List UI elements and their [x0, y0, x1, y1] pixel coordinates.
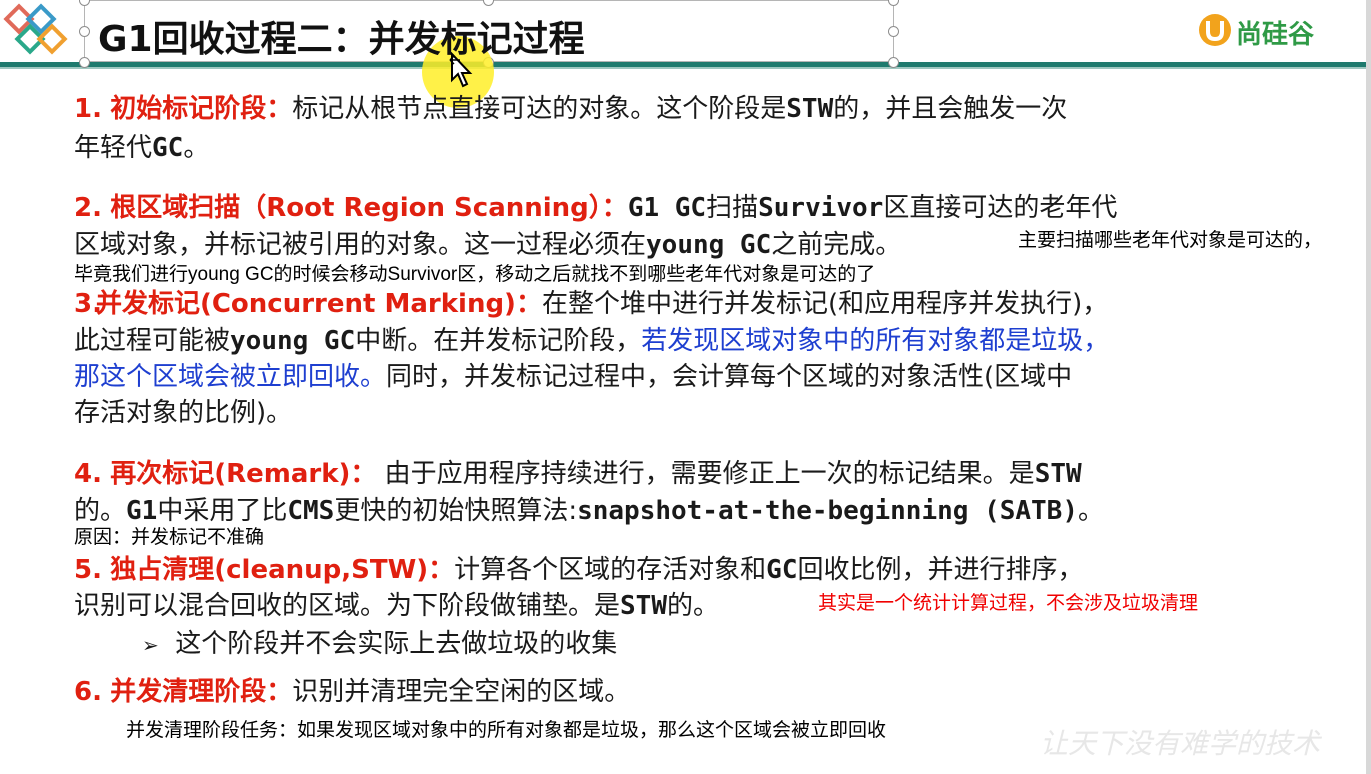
brand-u-icon	[1199, 14, 1231, 46]
resize-handle-icon[interactable]	[888, 57, 899, 68]
item-text: 同时，并发标记过程中，会计算每个区域的对象活性(区域中	[386, 362, 1073, 392]
item-5-line-2: 识别可以混合回收的区域。为下阶段做铺垫。是STW的。	[74, 589, 719, 623]
annotation-note-2: 毕竟我们进行young GC的时候会移动Survivor区，移动之后就找不到哪些…	[74, 264, 876, 285]
item-text: 回收比例，并进行排序，	[797, 555, 1084, 585]
item-keyword: young GC	[230, 326, 356, 356]
highlight-text: 那这个区域会被立即回收。	[74, 362, 387, 392]
item-text: 扫描	[706, 193, 759, 223]
item-1-line-1: 1. 初始标记阶段：标记从根节点直接可达的对象。这个阶段是STW的，并且会触发一…	[74, 92, 1067, 126]
item-number: 1.	[74, 94, 102, 124]
item-2-line-2: 区域对象，并标记被引用的对象。这一过程必须在young GC之前完成。	[74, 228, 901, 262]
item-keyword: STW	[1034, 459, 1082, 489]
item-6-line-1: 6. 并发清理阶段：识别并清理完全空闲的区域。	[74, 675, 630, 709]
item-text: 识别并清理完全空闲的区域。	[292, 677, 631, 707]
resize-handle-icon[interactable]	[483, 0, 494, 6]
item-keyword: Survivor	[758, 193, 884, 223]
item-5-line-1: 5. 独占清理(cleanup,STW)：计算各个区域的存活对象和GC回收比例，…	[74, 553, 1084, 587]
item-text: 区直接可达的老年代	[883, 193, 1118, 223]
item-title: 根区域扫描（Root Region Scanning）：	[110, 193, 628, 223]
annotation-note-5: 并发清理阶段任务：如果发现区域对象中的所有对象都是垃圾，那么这个区域会被立即回收	[126, 720, 887, 741]
brand-logo: 尚硅谷	[1198, 12, 1358, 52]
header-divider-light	[0, 67, 1371, 69]
item-keyword: GC	[766, 555, 798, 585]
item-keyword: GC	[152, 133, 184, 163]
item-3-line-4: 存活对象的比例)。	[74, 396, 292, 430]
resize-handle-icon[interactable]	[888, 26, 899, 37]
resize-handle-icon[interactable]	[79, 26, 90, 37]
item-text: 之前完成。	[771, 230, 902, 260]
item-keyword: CMS	[287, 496, 335, 526]
annotation-note-4: 其实是一个统计计算过程，不会涉及垃圾清理	[818, 593, 1199, 614]
item-5-sub-bullet: ➢ 这个阶段并不会实际上去做垃圾的收集	[142, 627, 617, 662]
window-edge	[1366, 0, 1371, 774]
item-3-line-1: 3.并发标记(Concurrent Marking)：在整个堆中进行并发标记(和…	[74, 287, 1108, 321]
item-keyword: STW	[786, 94, 834, 124]
item-text: 区域对象，并标记被引用的对象。这一过程必须在	[74, 230, 647, 260]
item-title: 初始标记阶段：	[110, 94, 293, 124]
item-keyword: G1	[126, 496, 158, 526]
resize-handle-icon[interactable]	[79, 57, 90, 68]
item-text: 的，并且会触发一次	[833, 94, 1068, 124]
item-text: 中断。在并发标记阶段，	[355, 326, 642, 356]
item-text: 由于应用程序持续进行，需要修正上一次的标记结果。是	[384, 459, 1035, 489]
item-4-line-2: 的。G1中采用了比CMS更快的初始快照算法:snapshot-at-the-be…	[74, 494, 1104, 528]
item-number: 4.	[74, 459, 102, 489]
diamond-logo-icon	[3, 3, 68, 55]
item-keyword: young GC	[646, 230, 772, 260]
slide-title: G1回收过程二：并发标记过程	[98, 19, 585, 60]
item-keyword: snapshot-at-the-beginning (SATB)	[577, 496, 1078, 526]
item-text: 识别可以混合回收的区域。为下阶段做铺垫。是	[74, 591, 621, 621]
item-text: 在整个堆中进行并发标记(和应用程序并发执行)，	[541, 289, 1109, 319]
item-number: 6.	[74, 677, 102, 707]
item-title: 独占清理(cleanup,STW)：	[110, 555, 455, 585]
resize-handle-icon[interactable]	[79, 0, 90, 6]
item-text: 计算各个区域的存活对象和	[454, 555, 767, 585]
item-text: 的。	[74, 496, 127, 526]
item-title: 再次标记(Remark)：	[110, 459, 377, 489]
brand-name: 尚硅谷	[1236, 20, 1315, 50]
item-text: 这个阶段并不会实际上去做垃圾的收集	[175, 629, 618, 659]
annotation-note-1: 主要扫描哪些老年代对象是可达的，	[1018, 230, 1323, 251]
item-1-line-2: 年轻代GC。	[74, 131, 209, 165]
item-text: 年轻代	[74, 133, 153, 163]
item-text: 。	[1077, 496, 1104, 526]
item-text: 的。	[666, 591, 719, 621]
item-number: 2.	[74, 193, 102, 223]
item-text: 标记从根节点直接可达的对象。这个阶段是	[292, 94, 787, 124]
item-text: 中采用了比	[157, 496, 288, 526]
bullet-arrow-icon: ➢	[142, 633, 159, 657]
item-text: 此过程可能被	[74, 326, 231, 356]
item-2-line-1: 2. 根区域扫描（Root Region Scanning）：G1 GC扫描Su…	[74, 191, 1117, 225]
item-text: 存活对象的比例)。	[74, 398, 293, 428]
item-text: 更快的初始快照算法:	[334, 496, 578, 526]
highlight-text: 若发现区域对象中的所有对象都是垃圾，	[641, 326, 1110, 356]
item-3-line-2: 此过程可能被young GC中断。在并发标记阶段，若发现区域对象中的所有对象都是…	[74, 324, 1109, 358]
item-title: 并发标记(Concurrent Marking)：	[95, 289, 542, 319]
item-keyword: G1 GC	[627, 193, 707, 223]
watermark: 让天下没有难学的技术	[1040, 727, 1321, 760]
item-keyword: STW	[620, 591, 667, 621]
move-cursor-icon	[449, 52, 473, 88]
item-text: 。	[183, 133, 210, 163]
item-4-line-1: 4. 再次标记(Remark)： 由于应用程序持续进行，需要修正上一次的标记结果…	[74, 457, 1082, 491]
item-title: 并发清理阶段：	[110, 677, 293, 707]
item-number: 5.	[74, 555, 102, 585]
item-3-line-3: 那这个区域会被立即回收。同时，并发标记过程中，会计算每个区域的对象活性(区域中	[74, 360, 1072, 394]
annotation-note-3: 原因：并发标记不准确	[74, 527, 265, 548]
